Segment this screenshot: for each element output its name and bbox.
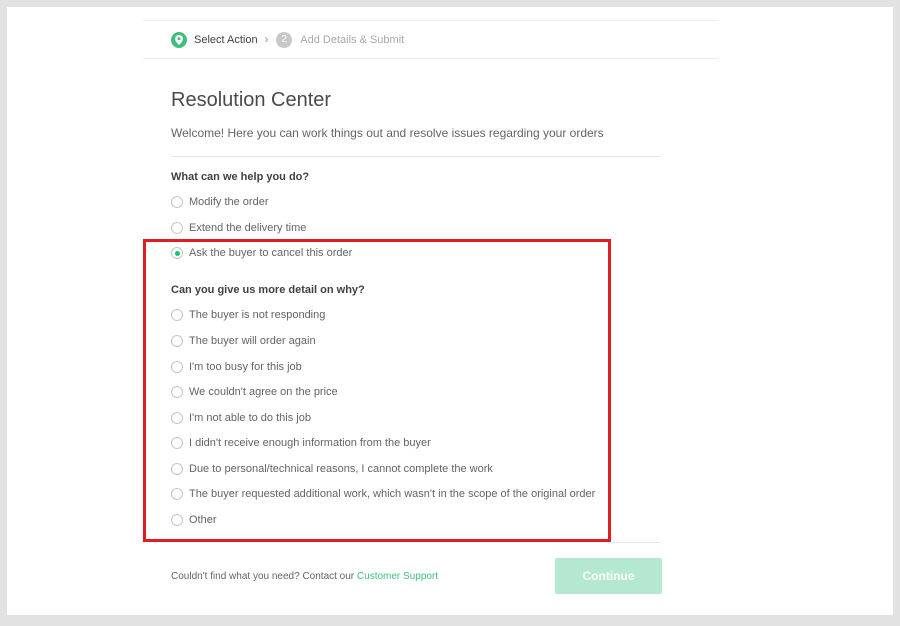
footer-prompt: Couldn't find what you need? Contact our	[171, 571, 357, 582]
page-frame	[7, 7, 893, 615]
option-label: I didn't receive enough information from…	[189, 437, 431, 449]
option-label: Modify the order	[189, 196, 269, 208]
reason-option[interactable]: The buyer is not responding	[171, 309, 325, 321]
reason-option[interactable]: I'm not able to do this job	[171, 412, 311, 424]
option-label: I'm too busy for this job	[189, 361, 302, 373]
radio-button[interactable]	[171, 488, 183, 500]
reason-option[interactable]: Due to personal/technical reasons, I can…	[171, 463, 493, 475]
radio-button-selected[interactable]	[171, 247, 183, 259]
chevron-right-icon: ›	[264, 33, 269, 46]
radio-button[interactable]	[171, 309, 183, 321]
stepper: Select Action › 2 Add Details & Submit	[143, 20, 718, 59]
step-number-badge: 2	[276, 31, 293, 48]
divider	[171, 156, 661, 157]
action-question-heading: What can we help you do?	[171, 171, 310, 183]
page-title: Resolution Center	[171, 89, 332, 111]
radio-button[interactable]	[171, 463, 183, 475]
radio-button[interactable]	[171, 437, 183, 449]
option-label: The buyer will order again	[189, 335, 316, 347]
option-label: Other	[189, 514, 217, 526]
customer-support-link[interactable]: Customer Support	[357, 571, 438, 582]
option-ask-buyer-cancel[interactable]: Ask the buyer to cancel this order	[171, 247, 352, 259]
step-select-action: Select Action	[194, 33, 258, 46]
radio-button[interactable]	[171, 514, 183, 526]
reason-question-heading: Can you give us more detail on why?	[171, 284, 365, 296]
step-add-details: Add Details & Submit	[300, 33, 405, 46]
radio-button[interactable]	[171, 386, 183, 398]
option-label: The buyer requested additional work, whi…	[189, 488, 596, 500]
footer-help-text: Couldn't find what you need? Contact our…	[171, 571, 438, 582]
reason-option[interactable]: I didn't receive enough information from…	[171, 437, 431, 449]
divider	[611, 542, 661, 543]
radio-button[interactable]	[171, 196, 183, 208]
continue-button[interactable]: Continue	[555, 558, 662, 594]
option-label: Ask the buyer to cancel this order	[189, 247, 353, 259]
radio-button[interactable]	[171, 412, 183, 424]
option-label: I'm not able to do this job	[189, 412, 311, 424]
option-label: The buyer is not responding	[189, 309, 326, 321]
option-modify-order[interactable]: Modify the order	[171, 196, 268, 208]
radio-button[interactable]	[171, 335, 183, 347]
reason-option[interactable]: I'm too busy for this job	[171, 361, 302, 373]
option-label: We couldn't agree on the price	[189, 386, 338, 398]
radio-button[interactable]	[171, 361, 183, 373]
reason-option[interactable]: The buyer requested additional work, whi…	[171, 488, 595, 500]
option-label: Extend the delivery time	[189, 222, 307, 234]
reason-option-other[interactable]: Other	[171, 514, 217, 526]
reason-option[interactable]: We couldn't agree on the price	[171, 386, 338, 398]
radio-button[interactable]	[171, 222, 183, 234]
reason-option[interactable]: The buyer will order again	[171, 335, 316, 347]
map-pin-icon	[171, 31, 187, 48]
option-extend-delivery[interactable]: Extend the delivery time	[171, 222, 306, 234]
option-label: Due to personal/technical reasons, I can…	[189, 463, 493, 475]
page-subtitle: Welcome! Here you can work things out an…	[171, 126, 604, 140]
